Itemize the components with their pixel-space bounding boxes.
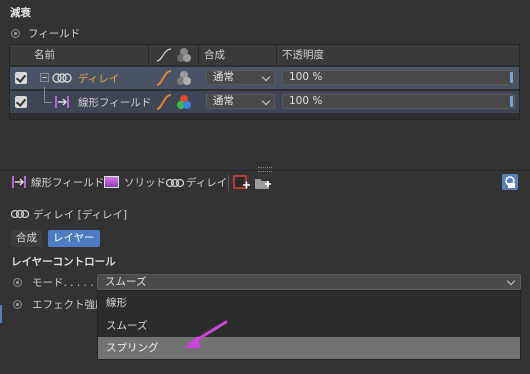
table-header: 名前 合成 不透明度 xyxy=(10,45,519,65)
tab-linear-field[interactable]: 線形フィールド xyxy=(31,174,104,192)
menu-item-spring[interactable]: スプリング xyxy=(98,337,520,359)
color-header-icon xyxy=(176,47,192,66)
color-icon[interactable] xyxy=(176,70,192,89)
mode-dropdown[interactable]: スムーズ xyxy=(97,274,521,290)
row-name: ディレイ xyxy=(78,73,120,85)
curve-icon[interactable] xyxy=(156,70,172,89)
effect-radio[interactable] xyxy=(13,300,22,309)
chevron-down-icon xyxy=(506,276,516,286)
delay-icon xyxy=(52,71,72,88)
curve-icon[interactable] xyxy=(156,94,172,113)
expand-icon[interactable] xyxy=(40,73,49,82)
linear-field-icon xyxy=(11,175,27,192)
row-checkbox[interactable] xyxy=(15,72,27,84)
arrow-annotation xyxy=(178,318,230,355)
row-name: 線形フィールド xyxy=(78,97,152,109)
tab-layer[interactable]: レイヤー xyxy=(48,230,100,247)
effect-strength-label: エフェクト強度 xyxy=(32,299,106,311)
delay-icon xyxy=(165,177,185,192)
blend-select[interactable]: 通常 xyxy=(206,70,275,85)
delay-icon xyxy=(10,208,30,223)
slider-handle[interactable] xyxy=(510,96,513,107)
color-icon[interactable] xyxy=(176,94,192,113)
slider-handle[interactable] xyxy=(510,72,513,83)
solid-icon xyxy=(104,176,119,188)
header-blend[interactable]: 合成 xyxy=(204,45,225,65)
opacity-field[interactable]: 100 % xyxy=(282,70,515,85)
fields-radio-label: フィールド xyxy=(28,28,81,40)
curve-header-icon xyxy=(156,48,172,65)
row-checkbox[interactable] xyxy=(15,96,27,108)
tab-solid[interactable]: ソリッド xyxy=(124,174,166,192)
mode-radio[interactable] xyxy=(13,278,22,287)
header-opacity[interactable]: 不透明度 xyxy=(282,45,324,65)
tab-blend[interactable]: 合成 xyxy=(11,230,42,247)
menu-item-linear[interactable]: 線形 xyxy=(98,292,520,314)
opacity-field[interactable]: 100 % xyxy=(282,94,515,109)
table-row[interactable]: ディレイ 通常 100 % xyxy=(10,67,519,89)
mode-label: モード. . . . . xyxy=(32,277,94,289)
linear-field-icon xyxy=(54,95,70,112)
add-folder-icon[interactable] xyxy=(254,175,272,194)
blend-select[interactable]: 通常 xyxy=(206,94,275,109)
layer-controls-title: レイヤーコントロール xyxy=(11,256,116,268)
add-layer-icon[interactable] xyxy=(233,175,251,194)
table-row[interactable]: 線形フィールド 通常 100 % xyxy=(10,87,519,113)
object-title: ディレイ [ディレイ] xyxy=(33,209,128,221)
chevron-down-icon xyxy=(261,96,271,106)
header-name[interactable]: 名前 xyxy=(34,45,55,65)
chevron-down-icon xyxy=(261,72,271,82)
tab-delay[interactable]: ディレイ xyxy=(186,174,227,192)
menu-item-smooth[interactable]: スムーズ xyxy=(98,315,520,337)
section-title: 減衰 xyxy=(10,7,31,19)
fields-table: 名前 合成 不透明度 ディレイ 通常 100 % 線形フィールド 通常 100 … xyxy=(9,44,520,120)
lock-button[interactable] xyxy=(502,174,518,190)
mode-dropdown-menu: 線形 スムーズ スプリング xyxy=(97,290,521,360)
fields-radio[interactable] xyxy=(11,29,20,38)
